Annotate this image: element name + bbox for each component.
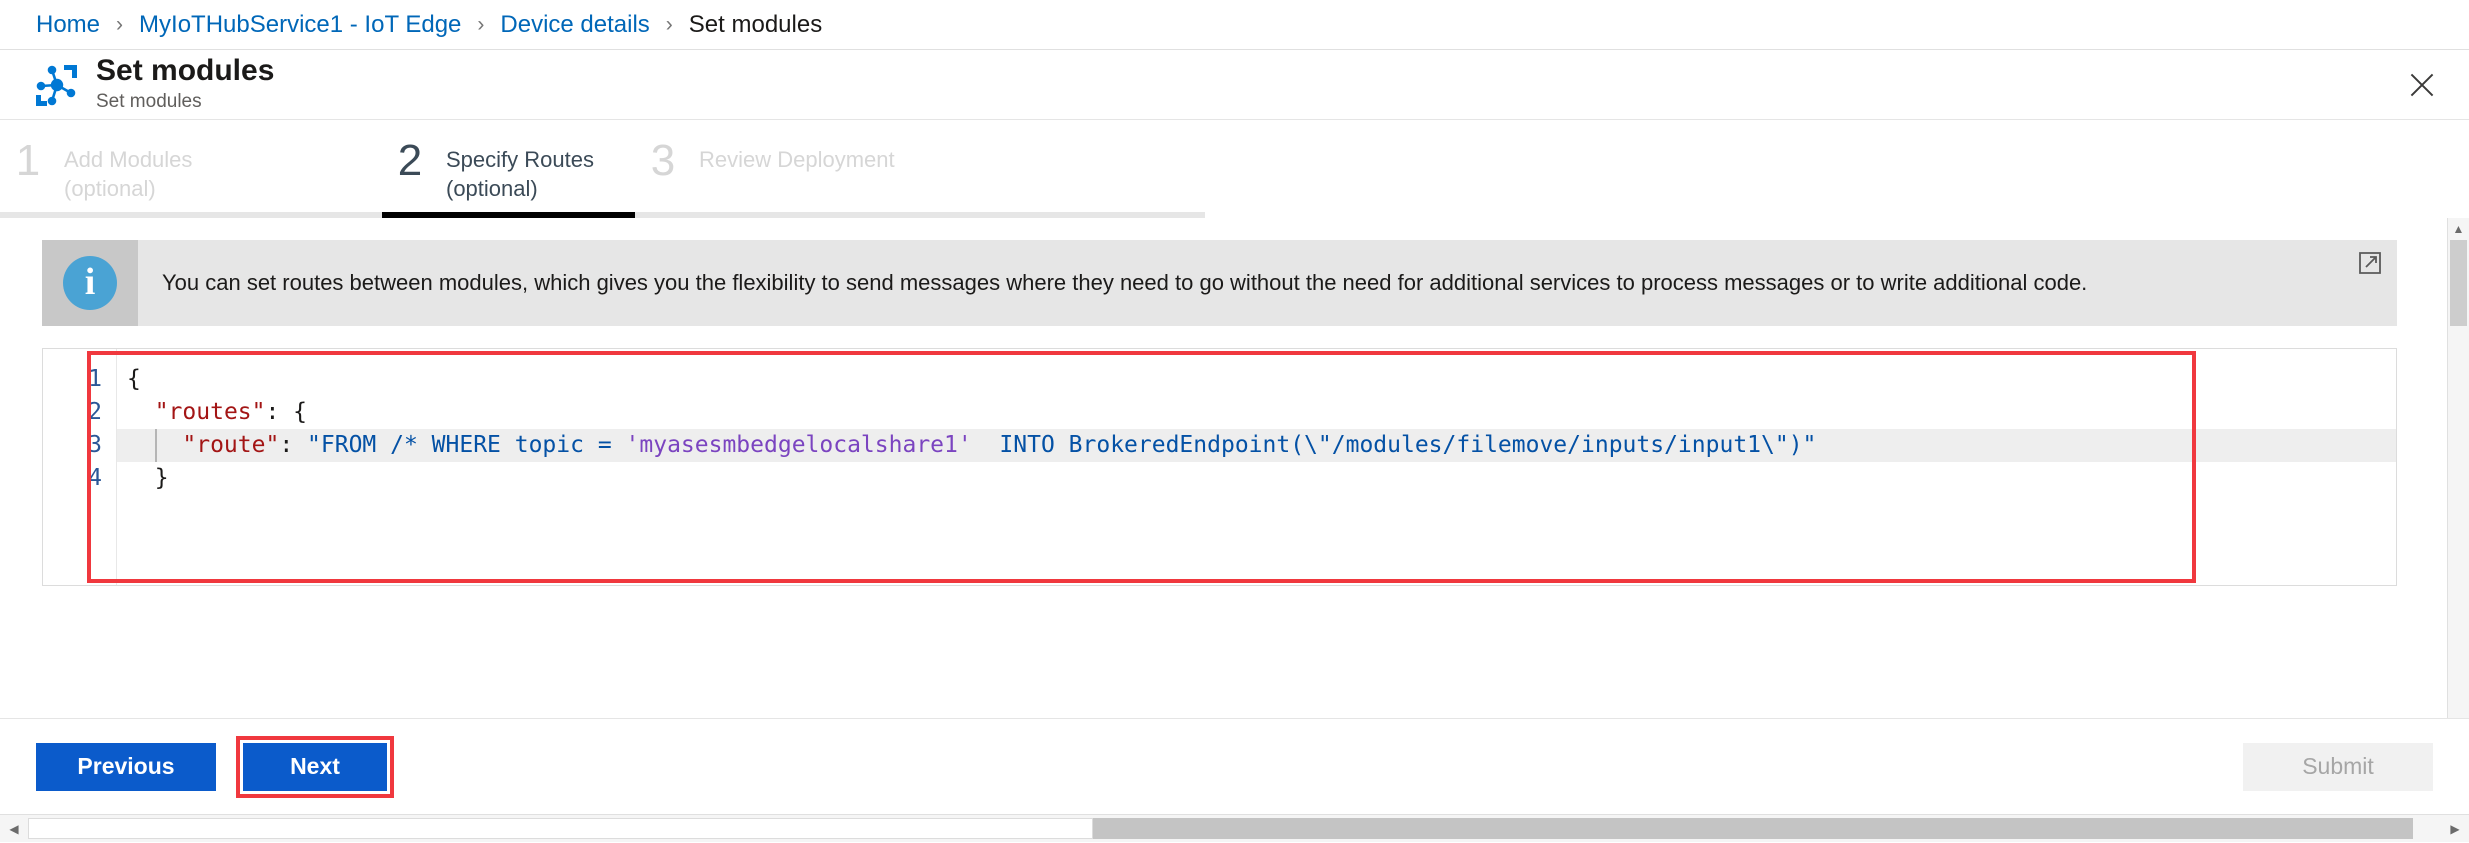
code-token-key: "routes" xyxy=(155,399,266,425)
breadcrumb-item-iot-hub[interactable]: MyIoTHubService1 - IoT Edge xyxy=(139,11,461,39)
main-content: i You can set routes between modules, wh… xyxy=(0,218,2469,758)
breadcrumb-separator-icon: › xyxy=(116,13,123,37)
info-banner: i You can set routes between modules, wh… xyxy=(42,240,2397,326)
routes-json-editor[interactable]: 1 2 3 4 { "routes": { "route": "FROM /* … xyxy=(42,348,2397,586)
vertical-scrollbar[interactable]: ▲ ▼ xyxy=(2447,218,2469,758)
code-token-key: "route" xyxy=(182,432,279,458)
code-token-str: INTO BrokeredEndpoint(\"/modules/filemov… xyxy=(972,432,1817,458)
wizard-step-label-line2: (optional) xyxy=(64,176,156,201)
line-number: 3 xyxy=(43,429,116,462)
next-button[interactable]: Next xyxy=(243,743,387,791)
info-icon: i xyxy=(63,256,117,310)
code-token-punct: : xyxy=(279,432,307,458)
submit-button[interactable]: Submit xyxy=(2243,743,2433,791)
wizard-step-review-deployment[interactable]: 3 Review Deployment xyxy=(635,120,1205,218)
wizard-step-number: 2 xyxy=(382,140,438,182)
code-line[interactable]: } xyxy=(117,462,2396,495)
wizard-steps: 1 Add Modules (optional) 2 Specify Route… xyxy=(0,120,2469,218)
editor-indent-guide xyxy=(155,429,157,462)
wizard-step-label-line1: Review Deployment xyxy=(699,147,895,172)
line-number: 2 xyxy=(43,396,116,429)
editor-code-area[interactable]: { "routes": { "route": "FROM /* WHERE to… xyxy=(117,349,2396,585)
code-token-punct: : { xyxy=(265,399,307,425)
scroll-up-icon[interactable]: ▲ xyxy=(2448,218,2469,240)
wizard-step-label-line1: Specify Routes xyxy=(446,147,594,172)
wizard-step-number: 3 xyxy=(635,140,691,182)
previous-button[interactable]: Previous xyxy=(36,743,216,791)
horizontal-scrollbar[interactable]: ◀ ▶ xyxy=(0,814,2469,842)
editor-line-numbers: 1 2 3 4 xyxy=(43,349,117,585)
info-banner-text: You can set routes between modules, whic… xyxy=(138,240,2147,326)
code-line[interactable]: { xyxy=(117,363,2396,396)
breadcrumb-item-set-modules: Set modules xyxy=(689,11,822,39)
code-token-punct: } xyxy=(155,465,169,491)
wizard-step-label-line2: (optional) xyxy=(446,176,538,201)
breadcrumb-item-home[interactable]: Home xyxy=(36,11,100,39)
wizard-step-label: Add Modules (optional) xyxy=(64,140,192,203)
wizard-step-label-line1: Add Modules xyxy=(64,147,192,172)
code-line[interactable]: "routes": { xyxy=(117,396,2396,429)
breadcrumb-separator-icon: › xyxy=(666,13,673,37)
line-number: 1 xyxy=(43,363,116,396)
scroll-right-icon[interactable]: ▶ xyxy=(2441,815,2469,843)
breadcrumb-separator-icon: › xyxy=(477,13,484,37)
wizard-footer: Previous Next Submit xyxy=(0,718,2469,814)
code-indent xyxy=(127,465,155,491)
code-line[interactable]: "route": "FROM /* WHERE topic = 'myasesm… xyxy=(117,429,2396,462)
code-token-str: "FROM /* WHERE topic = xyxy=(307,432,626,458)
breadcrumb-item-device-details[interactable]: Device details xyxy=(500,11,649,39)
horizontal-scrollbar-thumb[interactable] xyxy=(28,818,1093,839)
external-link-icon[interactable] xyxy=(2357,250,2383,276)
line-number: 4 xyxy=(43,462,116,495)
info-icon-cell: i xyxy=(42,240,138,326)
page-title: Set modules xyxy=(96,54,274,88)
code-token-topic: 'myasesmbedgelocalshare1' xyxy=(626,432,972,458)
wizard-step-label: Specify Routes (optional) xyxy=(446,140,594,203)
next-button-annotation: Next xyxy=(236,736,394,798)
code-indent xyxy=(127,399,155,425)
horizontal-scrollbar-track[interactable] xyxy=(28,815,2441,842)
code-token-punct: { xyxy=(127,366,141,392)
wizard-step-specify-routes[interactable]: 2 Specify Routes (optional) xyxy=(382,120,635,218)
vertical-scrollbar-thumb[interactable] xyxy=(2450,240,2467,326)
wizard-step-label: Review Deployment xyxy=(699,140,895,174)
page-subtitle: Set modules xyxy=(96,90,274,115)
breadcrumb: Home › MyIoTHubService1 - IoT Edge › Dev… xyxy=(0,0,2469,50)
iot-edge-modules-icon xyxy=(30,59,82,111)
page-header: Set modules Set modules xyxy=(0,50,2469,120)
wizard-step-add-modules[interactable]: 1 Add Modules (optional) xyxy=(0,120,382,218)
wizard-step-number: 1 xyxy=(0,140,56,182)
scroll-left-icon[interactable]: ◀ xyxy=(0,815,28,843)
horizontal-scrollbar-trough[interactable] xyxy=(1093,818,2413,839)
close-icon[interactable] xyxy=(2405,68,2439,102)
